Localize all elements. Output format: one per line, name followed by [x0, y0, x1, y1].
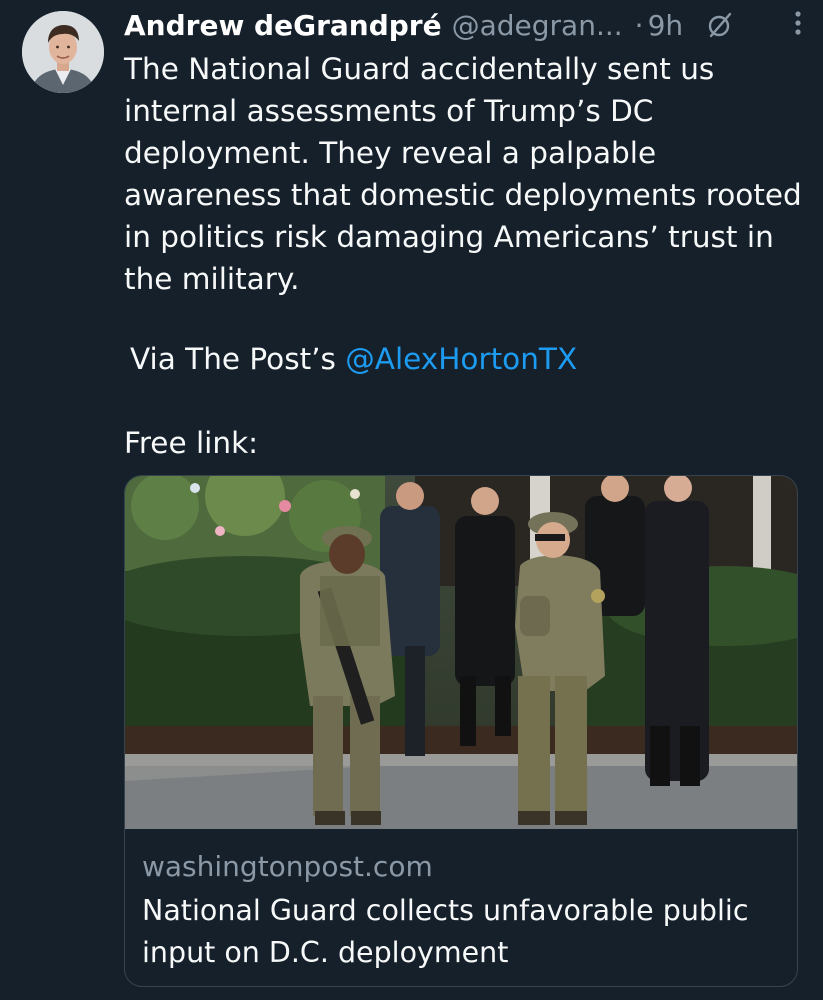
timestamp[interactable]: 9h: [648, 9, 684, 42]
grok-icon[interactable]: [705, 10, 735, 40]
mention-link[interactable]: @AlexHortonTX: [345, 342, 577, 376]
tweet-text-line: awareness that domestic deployments root…: [124, 178, 802, 212]
card-title-line: input on D.C. deployment: [142, 936, 509, 969]
via-line: Via The Post’s @AlexHortonTX: [130, 338, 577, 380]
card-title[interactable]: National Guard collects unfavorable publ…: [142, 890, 782, 974]
author-avatar[interactable]: [22, 11, 104, 93]
tweet-text-line: The National Guard accidentally sent us: [124, 52, 715, 86]
via-prefix: Via The Post’s: [130, 342, 346, 376]
tweet-text-line: deployment. They reveal a palpable: [124, 136, 657, 170]
author-name[interactable]: Andrew deGrandpré: [124, 9, 442, 42]
link-card[interactable]: washingtonpost.com National Guard collec…: [124, 475, 798, 987]
card-image[interactable]: [125, 476, 798, 829]
tweet-text: The National Guard accidentally sent us …: [124, 48, 814, 300]
separator-dot: ·: [634, 8, 644, 42]
tweet[interactable]: Andrew deGrandpré @adegran... · 9h The N…: [0, 0, 823, 1000]
tweet-text-line: the military.: [124, 262, 300, 296]
more-vertical-icon[interactable]: [793, 8, 803, 38]
author-handle[interactable]: @adegran...: [452, 9, 623, 42]
tweet-header: Andrew deGrandpré @adegran... · 9h: [124, 4, 804, 46]
free-link-label: Free link:: [124, 426, 259, 460]
card-domain: washingtonpost.com: [142, 850, 433, 883]
tweet-text-line: in politics risk damaging Americans’ tru…: [124, 220, 774, 254]
tweet-text-line: internal assessments of Trump’s DC: [124, 94, 654, 128]
card-title-line: National Guard collects unfavorable publ…: [142, 894, 749, 927]
avatar-image: [22, 11, 104, 93]
